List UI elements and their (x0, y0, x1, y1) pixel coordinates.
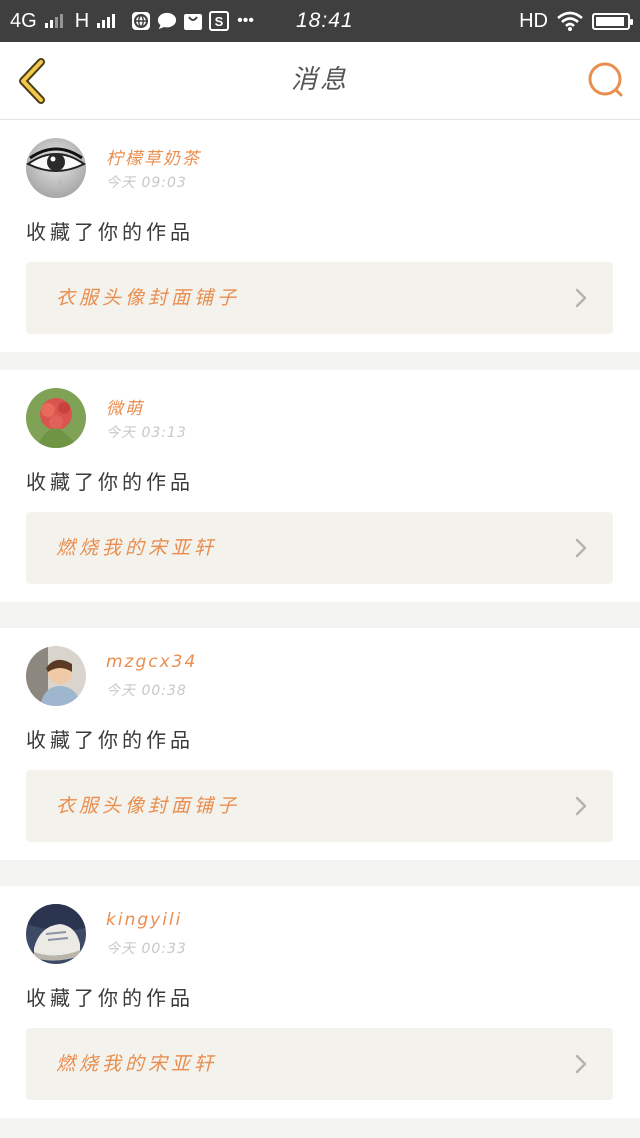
work-title: 衣服头像封面铺子 (56, 795, 241, 817)
svg-text:S: S (215, 14, 224, 29)
s-app-icon: S (209, 11, 230, 31)
chevron-right-icon (575, 796, 587, 816)
username[interactable]: mzgcx34 (106, 652, 197, 672)
signal-icon-2 (97, 14, 116, 28)
hd-label: HD (519, 9, 548, 32)
chevron-right-icon (575, 1054, 587, 1074)
chat-bubble-icon (157, 11, 177, 31)
status-right: HD (519, 0, 633, 42)
search-button[interactable] (586, 60, 626, 100)
work-link[interactable]: 衣服头像封面铺子 (26, 770, 613, 842)
network-h-label: H (74, 9, 90, 32)
message-card: 微萌 今天 03:13 收藏了你的作品 燃烧我的宋亚轩 (0, 370, 640, 602)
title-bar: 消息 (0, 42, 640, 120)
timestamp: 今天 00:33 (106, 941, 187, 957)
message-card: 柠檬草奶茶 今天 09:03 收藏了你的作品 衣服头像封面铺子 (0, 120, 640, 352)
status-bar: 4G H S ••• 18:41 HD (0, 0, 640, 42)
timestamp: 今天 00:38 (106, 683, 187, 699)
message-card: mzgcx34 今天 00:38 收藏了你的作品 衣服头像封面铺子 (0, 628, 640, 860)
message-card: kingyili 今天 00:33 收藏了你的作品 燃烧我的宋亚轩 (0, 886, 640, 1118)
eye-avatar-image (26, 138, 86, 198)
clock: 18:41 (296, 9, 354, 32)
username[interactable]: kingyili (106, 910, 182, 930)
action-text: 收藏了你的作品 (26, 220, 194, 244)
shopping-bag-icon (183, 11, 203, 31)
work-title: 燃烧我的宋亚轩 (56, 1053, 218, 1075)
username[interactable]: 柠檬草奶茶 (106, 144, 201, 169)
wifi-icon (556, 11, 584, 31)
shoe-avatar-image (26, 904, 86, 964)
more-notifications: ••• (237, 12, 254, 29)
work-link[interactable]: 衣服头像封面铺子 (26, 262, 613, 334)
avatar[interactable] (26, 138, 86, 198)
signal-icon (44, 14, 63, 28)
timestamp: 今天 03:13 (106, 425, 187, 441)
timestamp: 今天 09:03 (106, 175, 187, 191)
network-4g-label: 4G (10, 9, 37, 32)
avatar[interactable] (26, 388, 86, 448)
chevron-right-icon (575, 538, 587, 558)
avatar[interactable] (26, 646, 86, 706)
action-text: 收藏了你的作品 (26, 986, 194, 1010)
battery-icon (592, 12, 633, 30)
username[interactable]: 微萌 (106, 394, 144, 419)
flower-avatar-image (26, 388, 86, 448)
work-link[interactable]: 燃烧我的宋亚轩 (26, 1028, 613, 1100)
page-title: 消息 (290, 65, 349, 95)
action-text: 收藏了你的作品 (26, 728, 194, 752)
action-text: 收藏了你的作品 (26, 470, 194, 494)
avatar[interactable] (26, 904, 86, 964)
boy-avatar-image (26, 646, 86, 706)
work-title: 燃烧我的宋亚轩 (56, 537, 218, 559)
work-title: 衣服头像封面铺子 (56, 287, 241, 309)
search-icon (588, 62, 623, 97)
work-link[interactable]: 燃烧我的宋亚轩 (26, 512, 613, 584)
browser-icon (131, 11, 151, 31)
status-left: 4G H S ••• (10, 0, 254, 42)
chevron-right-icon (575, 288, 587, 308)
